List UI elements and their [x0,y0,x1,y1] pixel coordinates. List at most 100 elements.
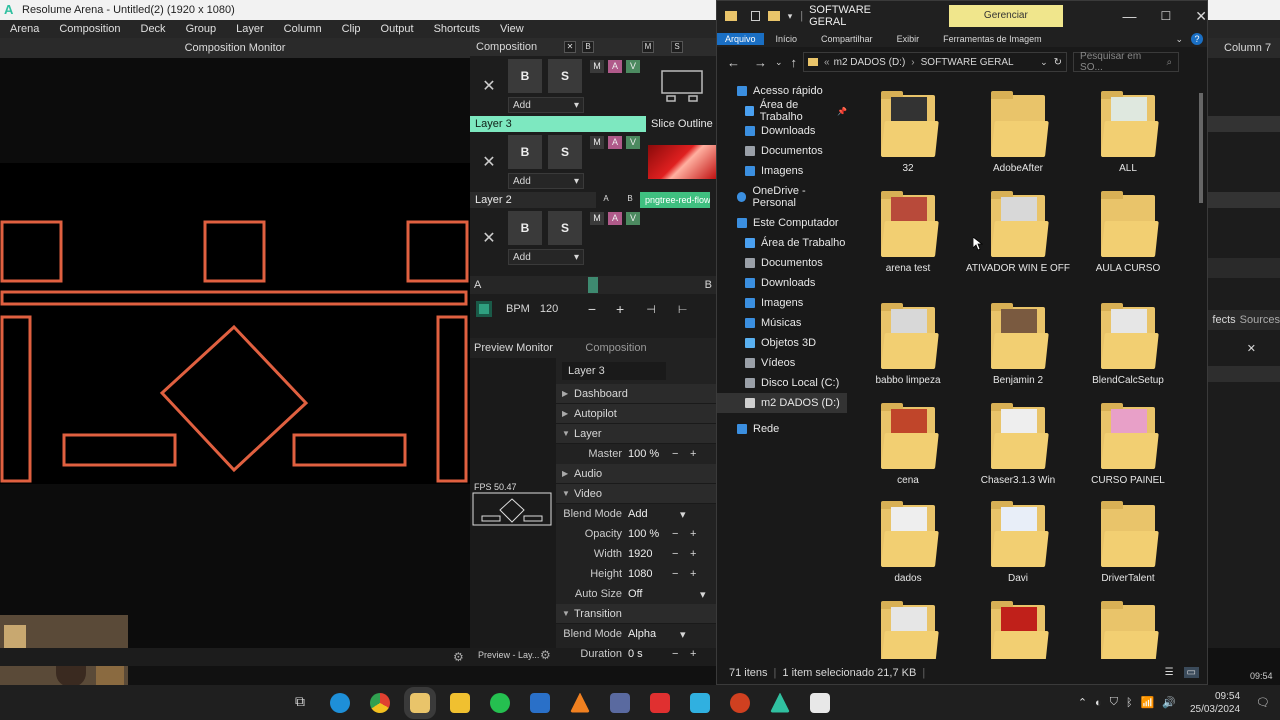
composition-close-button[interactable]: ✕ [564,41,576,53]
tray-network-icon[interactable]: 📶 [1141,696,1155,709]
layer-1-m-button[interactable]: M [590,212,604,225]
file-tile[interactable]: 32 [853,91,963,174]
nav-quick-access[interactable]: Acesso rápido [717,81,847,101]
notifications-icon[interactable]: 🗨 [1256,696,1270,709]
composition-bypass-button[interactable]: B [582,41,594,53]
file-tile[interactable]: arena test [853,191,963,274]
file-tile[interactable]: AULA CURSO [1073,191,1183,274]
app-grid-icon[interactable] [650,692,670,713]
param-width-value[interactable]: 1920 [628,548,672,560]
quick-access-dropdown-icon[interactable]: ▾ [788,11,793,22]
menu-arena[interactable]: Arena [0,23,49,35]
nav-desktop-quick[interactable]: Área de Trabalho 📌 [717,99,847,123]
crossfader[interactable]: A B [470,276,716,294]
app-blue-icon[interactable] [530,692,550,713]
clip-slot-slice-outline[interactable] [648,61,716,111]
tab-effects[interactable]: fects [1208,314,1240,326]
composition-s-button[interactable]: S [671,41,683,53]
file-tile[interactable]: dados [853,501,963,584]
section-video[interactable]: ▼ Video [556,484,716,504]
minus-button[interactable]: − [672,528,690,540]
crossfader-handle[interactable] [588,277,598,293]
manage-tab[interactable]: Gerenciar [949,5,1063,27]
section-audio[interactable]: ▶ Audio [556,464,716,484]
layer-1-clear-icon[interactable]: ✕ [470,228,508,248]
scrollbar-thumb[interactable] [1199,93,1203,203]
chevron-down-icon[interactable]: ▾ [700,588,706,601]
menu-column[interactable]: Column [274,23,332,35]
chevron-down-icon[interactable]: ▾ [680,628,686,641]
menu-clip[interactable]: Clip [332,23,371,35]
effects-search[interactable]: ✕ [1208,336,1280,360]
plus-button[interactable]: + [690,568,696,580]
layer-2-name[interactable]: Layer 2 [470,192,596,208]
monitor-settings-gear-icon[interactable]: ⚙ [453,650,464,664]
nav-m2-dados[interactable]: m2 DADOS (D:) [717,393,847,413]
nav-music[interactable]: Músicas [717,313,847,333]
file-tile[interactable]: BlendCalcSetup [1073,303,1183,386]
task-view-icon[interactable]: ⧉ [290,693,310,713]
layer-2-bypass-button[interactable]: B [508,135,542,169]
tap-tempo-icon[interactable] [476,301,492,317]
ribbon-expand-icon[interactable]: ⌄ [1175,34,1183,45]
file-scrollbar[interactable] [1197,81,1205,659]
layer-3-a-button[interactable]: A [608,60,622,73]
plus-button[interactable]: + [690,548,696,560]
layer-1-v-button[interactable]: V [626,212,640,225]
menu-layer[interactable]: Layer [226,23,274,35]
nav-images-quick[interactable]: Imagens [717,161,847,181]
tray-bluetooth-icon[interactable]: ᛒ [1126,697,1133,709]
search-box[interactable]: Pesquisar em SO... ⌕ [1073,51,1180,73]
up-arrow-icon[interactable]: ↑ [791,55,798,70]
menu-deck[interactable]: Deck [131,23,176,35]
file-tile[interactable]: Chaser3.1.3 Win [963,403,1073,486]
section-transition[interactable]: ▼ Transition [556,604,716,624]
new-folder-quick-icon[interactable] [768,11,780,21]
chevron-down-icon[interactable]: ▾ [680,508,686,521]
file-tile[interactable] [1073,601,1183,659]
file-tile[interactable]: Davi [963,501,1073,584]
recent-dropdown-icon[interactable]: ⌄ [775,57,783,68]
nav-downloads-quick[interactable]: Downloads [717,121,847,141]
props-tab-composition[interactable]: Composition [556,342,676,354]
plus-button[interactable]: + [690,528,696,540]
maximize-button[interactable]: ☐ [1161,9,1172,23]
bpm-nudge-forward-button[interactable]: ⊢ [678,303,688,316]
resolume-icon[interactable] [770,692,790,713]
bpm-nudge-back-button[interactable]: ⊣ [646,303,656,316]
menu-output[interactable]: Output [371,23,424,35]
bpm-value[interactable]: 120 [540,303,580,315]
layer-1-blend-select[interactable]: Add ▾ [508,249,584,265]
chrome-icon[interactable] [370,692,390,713]
param-duration-value[interactable]: 0 s [628,648,672,660]
app-misc-icon[interactable] [810,692,830,713]
file-tile[interactable]: babbo limpeza [853,303,963,386]
clip-name-pngtree[interactable]: pngtree-red-flowi... [640,192,710,208]
minimize-button[interactable]: — [1123,8,1137,24]
tray-volume-icon[interactable]: 🔊 [1162,696,1176,709]
layer-2-v-button[interactable]: V [626,136,640,149]
nav-network[interactable]: Rede [717,419,847,439]
plus-button[interactable]: + [690,448,696,460]
clip-slot-red-flowing-thumbnail[interactable] [648,145,716,179]
layer-2-solo-button[interactable]: S [548,135,582,169]
large-icons-view-icon[interactable]: ▭ [1183,667,1199,678]
section-dashboard[interactable]: ▶ Dashboard [556,384,716,404]
layer-2-blend-select[interactable]: Add ▾ [508,173,584,189]
file-tile[interactable] [853,601,963,659]
breadcrumb-leaf[interactable]: SOFTWARE GERAL [921,57,1014,68]
param-blend-value[interactable]: Add [628,508,680,520]
nav-downloads[interactable]: Downloads [717,273,847,293]
back-arrow-icon[interactable]: ← [727,55,740,70]
plus-button[interactable]: + [690,648,696,660]
nav-desktop[interactable]: Área de Trabalho [717,233,847,253]
layer-2-clear-icon[interactable]: ✕ [470,152,508,172]
layer-1-a-button[interactable]: A [608,212,622,225]
section-layer[interactable]: ▼ Layer [556,424,716,444]
arena-blue-icon[interactable] [690,692,710,713]
nav-onedrive[interactable]: OneDrive - Personal [717,185,847,209]
selected-layer-name[interactable]: Layer 3 [562,362,666,380]
file-tile[interactable] [963,601,1073,659]
breadcrumb-root[interactable]: m2 DADOS (D:) [834,57,906,68]
file-tile[interactable]: AdobeAfter [963,91,1073,174]
